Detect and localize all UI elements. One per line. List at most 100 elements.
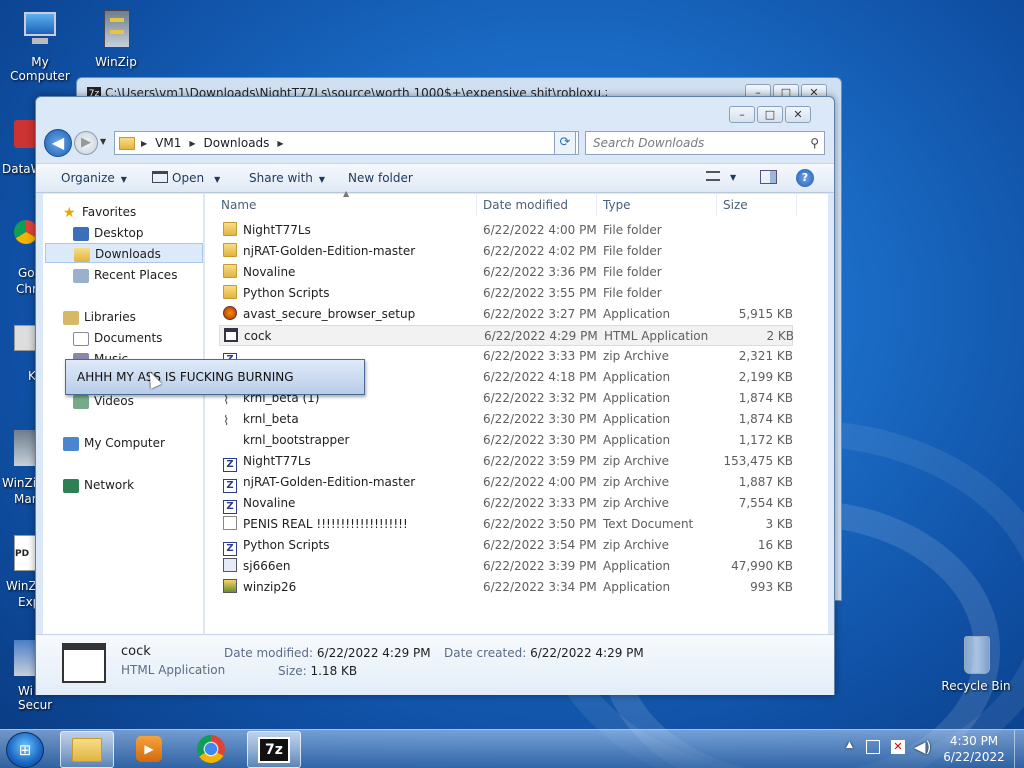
shortcut-icon	[14, 325, 36, 351]
desktop-icon-label: Wi	[18, 684, 33, 698]
table-row[interactable]: NightT77Ls 6/22/2022 4:00 PM File folder	[219, 220, 793, 241]
table-row[interactable]: Z Novaline 6/22/2022 3:33 PM zip Archive 7,5…	[219, 493, 793, 514]
file-size: 1,172 KB	[738, 433, 793, 447]
file-name: ZnjRAT-Golden-Edition-master	[223, 472, 473, 493]
refresh-button[interactable]: ⟳	[554, 131, 576, 155]
partial-icon-datawiper[interactable]: DataW	[0, 120, 43, 176]
chevron-right-icon[interactable]: ▶	[189, 139, 195, 148]
desktop-icon-label: WinZip	[95, 55, 137, 69]
file-date: 6/22/2022 4:00 PM	[483, 475, 597, 489]
search-icon[interactable]: ⚲	[810, 132, 819, 154]
taskbar-chrome[interactable]	[184, 731, 238, 768]
navigation-bar: ◀ ▶ ▼ ▶ VM1 ▶ Downloads ▶ ▼ ⟳ Search Dow…	[36, 127, 834, 161]
partial-icon-winzip-manager[interactable]: WinZi Mar	[0, 430, 37, 506]
file-name: winzip26	[223, 577, 473, 598]
column-header-size[interactable]: Size	[717, 194, 797, 216]
file-date: 6/22/2022 3:33 PM	[483, 496, 597, 510]
chevron-right-icon[interactable]: ▶	[141, 139, 147, 148]
breadcrumb-vm1[interactable]: VM1	[155, 136, 181, 150]
table-row[interactable]: ⌇ krnl_beta 6/22/2022 3:30 PM Application 1,…	[219, 409, 793, 430]
file-name: NightT77Ls	[223, 220, 473, 241]
file-date: 6/22/2022 4:00 PM	[483, 223, 597, 237]
table-row[interactable]: winzip26 6/22/2022 3:34 PM Application 993 …	[219, 577, 793, 598]
breadcrumb-downloads[interactable]: Downloads	[204, 136, 270, 150]
maximize-button[interactable]: □	[757, 106, 783, 123]
table-row[interactable]: ZnjRAT-Golden-Edition-master 6/22/2022 4:…	[219, 472, 793, 493]
organize-button[interactable]: Organize ▼	[61, 164, 127, 194]
search-input[interactable]: Search Downloads ⚲	[585, 131, 825, 155]
show-desktop-button[interactable]	[1014, 730, 1024, 768]
tooltip: AHHH MY ASS IS FUCKING BURNING	[65, 359, 365, 395]
table-row[interactable]: Z NightT77Ls 6/22/2022 3:59 PM zip Archive 1…	[219, 451, 793, 472]
chevron-right-icon[interactable]: ▶	[277, 139, 283, 148]
desktop-icon-recycle-bin[interactable]: Recycle Bin	[936, 632, 1016, 693]
desktop-icon-label: My Computer	[10, 55, 70, 83]
desktop-icon-my-computer[interactable]: My Computer	[0, 8, 80, 83]
text-document-icon	[223, 516, 237, 530]
html-application-icon	[224, 328, 238, 342]
network-tray-icon[interactable]	[866, 740, 880, 754]
nav-favorites[interactable]: ★ Favorites	[63, 202, 221, 222]
close-button[interactable]: ✕	[785, 106, 811, 123]
partial-icon-winzip-express[interactable]: PD WinZ Exp	[0, 535, 40, 610]
partial-icon-k[interactable]: K	[0, 325, 36, 385]
file-type: Application	[603, 391, 671, 405]
column-header-name[interactable]: Name	[205, 194, 477, 216]
table-row[interactable]: sj666en 6/22/2022 3:39 PM Application 47,99…	[219, 556, 793, 577]
file-date: 6/22/2022 3:54 PM	[483, 538, 597, 552]
show-hidden-icons-icon[interactable]: ▲	[846, 740, 853, 750]
table-row[interactable]: krnl_bootstrapper 6/22/2022 3:30 PM Applic…	[219, 430, 793, 451]
change-view-icon[interactable]	[706, 170, 722, 184]
preview-pane-icon[interactable]	[760, 170, 777, 184]
table-row[interactable]: avast_secure_browser_setup 6/22/2022 3:27…	[219, 304, 793, 325]
file-size: 5,915 KB	[738, 307, 793, 321]
table-row[interactable]: Python Scripts 6/22/2022 3:55 PM File fold…	[219, 283, 793, 304]
file-date: 6/22/2022 3:30 PM	[483, 433, 597, 447]
zip-archive-icon: Z	[223, 542, 237, 556]
nav-my-computer[interactable]: My Computer	[63, 433, 221, 453]
taskbar-explorer[interactable]	[60, 731, 114, 768]
table-row[interactable]: Z Python Scripts 6/22/2022 3:54 PM zip Arch…	[219, 535, 793, 556]
help-icon[interactable]: ?	[796, 169, 814, 187]
partial-icon-chrome[interactable]: Go Chr	[0, 220, 38, 300]
address-bar[interactable]: ▶ VM1 ▶ Downloads ▶ ▼	[114, 131, 579, 155]
taskbar-media-player[interactable]: ▶	[122, 731, 176, 768]
table-row[interactable]: PENIS REAL !!!!!!!!!!!!!!!!!!! 6/22/2022 …	[219, 514, 793, 535]
forward-button[interactable]: ▶	[74, 131, 98, 155]
file-date: 6/22/2022 3:32 PM	[483, 391, 597, 405]
nav-network[interactable]: Network	[63, 475, 221, 495]
winzip-icon	[223, 579, 237, 593]
file-type: Application	[603, 412, 671, 426]
volume-icon[interactable]: ◀)	[914, 738, 931, 756]
view-dropdown-icon[interactable]: ▼	[730, 164, 736, 192]
start-button[interactable]: ⊞	[6, 732, 44, 768]
column-header-date[interactable]: Date modified	[477, 194, 597, 216]
file-name: njRAT-Golden-Edition-master	[223, 241, 473, 262]
share-with-button[interactable]: Share with ▼	[249, 164, 325, 194]
taskbar-7zip[interactable]: 7z	[247, 731, 301, 768]
nav-downloads[interactable]: Downloads	[45, 243, 203, 263]
desktop-icon-winzip[interactable]: WinZip	[76, 8, 156, 69]
minimize-button[interactable]: –	[729, 106, 755, 123]
nav-libraries[interactable]: Libraries	[63, 307, 221, 327]
back-button[interactable]: ◀	[44, 129, 72, 157]
table-row[interactable]: cock 6/22/2022 4:29 PM HTML Application 2 K…	[219, 325, 794, 346]
file-name: Z Python Scripts	[223, 535, 473, 556]
folder-icon	[223, 264, 237, 278]
history-dropdown-icon[interactable]: ▼	[100, 137, 106, 146]
system-clock[interactable]: 4:30 PM 6/22/2022	[936, 733, 1012, 765]
explorer-window[interactable]: – □ ✕ ◀ ▶ ▼ ▶ VM1 ▶ Downloads ▶ ▼ ⟳ Sear…	[35, 96, 835, 695]
action-center-icon[interactable]: ✕	[891, 740, 905, 754]
table-row[interactable]: njRAT-Golden-Edition-master 6/22/2022 4:0…	[219, 241, 793, 262]
column-header-type[interactable]: Type	[597, 194, 717, 216]
file-type: zip Archive	[603, 349, 669, 363]
winzip-icon	[14, 430, 36, 466]
open-button[interactable]: Open ▼	[152, 164, 220, 194]
new-folder-button[interactable]: New folder	[348, 164, 413, 192]
documents-icon	[73, 331, 89, 346]
partial-icon-winzip-secure[interactable]: Wi Secur	[0, 640, 52, 715]
chevron-down-icon: ▼	[318, 175, 326, 184]
details-file-name: cock	[121, 644, 151, 659]
star-icon: ★	[63, 204, 76, 221]
table-row[interactable]: Novaline 6/22/2022 3:36 PM File folder	[219, 262, 793, 283]
